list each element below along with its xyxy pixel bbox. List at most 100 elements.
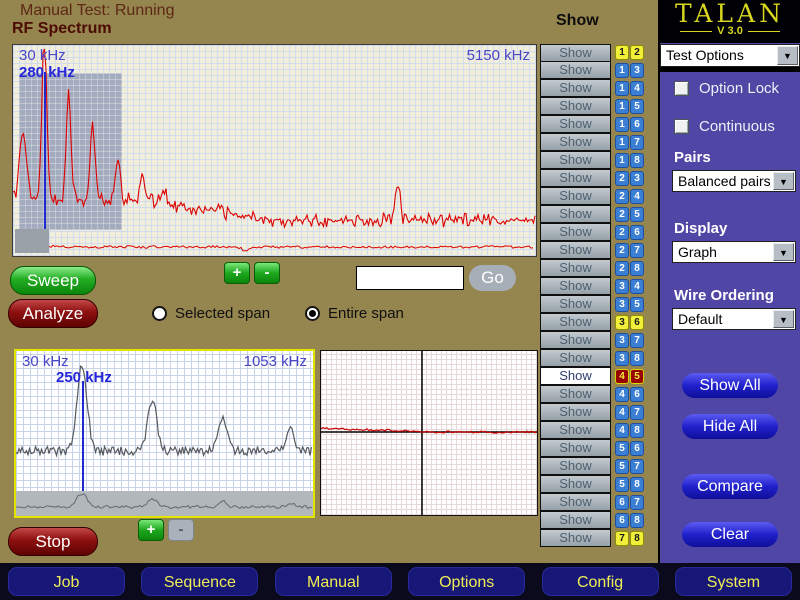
show-row-6-7: Show67 bbox=[540, 494, 660, 512]
pair-badge: 7 bbox=[630, 459, 644, 474]
pair-badge: 2 bbox=[615, 243, 629, 258]
radio-label: Entire span bbox=[328, 305, 404, 322]
checkbox-icon[interactable] bbox=[674, 119, 689, 134]
go-button[interactable]: Go bbox=[469, 265, 516, 291]
sweep-button[interactable]: Sweep bbox=[10, 266, 96, 295]
zoom-in-button[interactable]: + bbox=[224, 262, 250, 284]
show-button-7-8[interactable]: Show bbox=[540, 529, 611, 547]
show-button-6-8[interactable]: Show bbox=[540, 511, 611, 529]
compare-button[interactable]: Compare bbox=[682, 474, 778, 499]
show-button-5-8[interactable]: Show bbox=[540, 475, 611, 493]
nav-job[interactable]: Job bbox=[8, 567, 125, 596]
show-button-5-7[interactable]: Show bbox=[540, 457, 611, 475]
show-button-2-8[interactable]: Show bbox=[540, 259, 611, 277]
nav-config[interactable]: Config bbox=[542, 567, 659, 596]
show-button-1-3[interactable]: Show bbox=[540, 61, 611, 79]
show-button-2-6[interactable]: Show bbox=[540, 223, 611, 241]
zoom-cursor-line[interactable] bbox=[82, 381, 84, 491]
radio-icon[interactable] bbox=[305, 306, 320, 321]
show-row-3-5: Show35 bbox=[540, 296, 660, 314]
radio-entire-span[interactable]: Entire span bbox=[305, 305, 404, 322]
show-button-6-7[interactable]: Show bbox=[540, 493, 611, 511]
zoom-spectrum-graph[interactable]: 30 kHz 250 kHz 1053 kHz bbox=[14, 349, 315, 518]
chevron-down-icon[interactable]: ▼ bbox=[773, 172, 794, 190]
pair-badge: 3 bbox=[615, 333, 629, 348]
show-button-3-5[interactable]: Show bbox=[540, 295, 611, 313]
pair-badge: 2 bbox=[630, 45, 644, 60]
nav-manual[interactable]: Manual bbox=[275, 567, 392, 596]
pair-badge: 5 bbox=[615, 459, 629, 474]
continuous-checkbox[interactable]: Continuous bbox=[674, 118, 775, 135]
zoom-end-freq-label: 1053 kHz bbox=[244, 353, 307, 370]
wire-ordering-select[interactable]: Default ▼ bbox=[672, 308, 796, 330]
show-row-1-7: Show17 bbox=[540, 134, 660, 152]
nav-system[interactable]: System bbox=[675, 567, 792, 596]
show-button-3-4[interactable]: Show bbox=[540, 277, 611, 295]
show-button-1-2[interactable]: Show bbox=[540, 44, 611, 62]
show-row-5-7: Show 57 bbox=[540, 458, 660, 476]
talan-screen: Manual Test: Running RF Spectrum 30 kHz … bbox=[0, 0, 800, 600]
hide-all-button[interactable]: Hide All bbox=[682, 414, 778, 439]
chevron-down-icon[interactable]: ▼ bbox=[773, 243, 794, 261]
show-button-2-5[interactable]: Show bbox=[540, 205, 611, 223]
show-button-5-6[interactable]: Show bbox=[540, 439, 611, 457]
pair-badge: 6 bbox=[630, 315, 644, 330]
pair-badge: 1 bbox=[615, 117, 629, 132]
show-button-1-4[interactable]: Show bbox=[540, 79, 611, 97]
zoom-out-button[interactable]: - bbox=[254, 262, 280, 284]
checkbox-icon[interactable] bbox=[674, 81, 689, 96]
show-row-2-3: Show23 bbox=[540, 170, 660, 188]
analyze-button[interactable]: Analyze bbox=[8, 299, 98, 328]
show-row-1-8: Show18 bbox=[540, 152, 660, 170]
show-row-3-7: Show37 bbox=[540, 332, 660, 350]
show-row-3-6: Show36 bbox=[540, 314, 660, 332]
pair-badge: 4 bbox=[630, 189, 644, 204]
option-lock-checkbox[interactable]: Option Lock bbox=[674, 80, 779, 97]
radio-selected-span[interactable]: Selected span bbox=[152, 305, 270, 322]
show-button-4-7[interactable]: Show bbox=[540, 403, 611, 421]
display-select[interactable]: Graph ▼ bbox=[672, 241, 796, 263]
frequency-input[interactable] bbox=[356, 266, 464, 290]
crosshair-graph[interactable] bbox=[320, 350, 538, 516]
nav-options[interactable]: Options bbox=[408, 567, 525, 596]
zoom-in-button-lower[interactable]: + bbox=[138, 519, 164, 541]
test-options-select[interactable]: Test Options ▼ bbox=[660, 44, 800, 67]
show-button-3-6[interactable]: Show bbox=[540, 313, 611, 331]
main-start-freq-label: 30 kHz bbox=[19, 47, 66, 64]
show-button-3-7[interactable]: Show bbox=[540, 331, 611, 349]
pair-badge: 6 bbox=[630, 225, 644, 240]
overview-window-box[interactable] bbox=[15, 229, 49, 253]
show-button-2-4[interactable]: Show bbox=[540, 187, 611, 205]
show-button-3-8[interactable]: Show bbox=[540, 349, 611, 367]
show-button-4-6[interactable]: Show bbox=[540, 385, 611, 403]
pairs-select[interactable]: Balanced pairs ▼ bbox=[672, 170, 796, 192]
chevron-down-icon[interactable]: ▼ bbox=[777, 46, 798, 65]
show-button-1-8[interactable]: Show bbox=[540, 151, 611, 169]
pairs-label: Pairs bbox=[674, 149, 711, 166]
show-button-2-7[interactable]: Show bbox=[540, 241, 611, 259]
chevron-down-icon[interactable]: ▼ bbox=[773, 310, 794, 328]
show-button-4-5[interactable]: Show bbox=[540, 367, 611, 385]
sidebar-divider bbox=[660, 67, 800, 72]
clear-button[interactable]: Clear bbox=[682, 522, 778, 547]
main-spectrum-graph[interactable]: 30 kHz 280 kHz 5150 kHz bbox=[12, 44, 537, 257]
pair-badge: 8 bbox=[630, 261, 644, 276]
stop-button[interactable]: Stop bbox=[8, 527, 98, 556]
page-title: RF Spectrum bbox=[12, 20, 112, 38]
pair-badge: 3 bbox=[630, 171, 644, 186]
radio-icon[interactable] bbox=[152, 306, 167, 321]
pair-badge: 1 bbox=[615, 81, 629, 96]
show-button-4-8[interactable]: Show bbox=[540, 421, 611, 439]
show-button-1-5[interactable]: Show bbox=[540, 97, 611, 115]
pair-badge: 5 bbox=[630, 369, 644, 384]
show-row-1-5: Show15 bbox=[540, 98, 660, 116]
zoom-out-button-lower[interactable]: - bbox=[168, 519, 194, 541]
main-cursor-line[interactable] bbox=[44, 72, 46, 230]
show-button-1-7[interactable]: Show bbox=[540, 133, 611, 151]
pair-badge: 2 bbox=[615, 261, 629, 276]
show-button-1-6[interactable]: Show bbox=[540, 115, 611, 133]
nav-sequence[interactable]: Sequence bbox=[141, 567, 258, 596]
show-button-2-3[interactable]: Show bbox=[540, 169, 611, 187]
show-all-button[interactable]: Show All bbox=[682, 373, 778, 398]
show-row-3-8: Show38 bbox=[540, 350, 660, 368]
